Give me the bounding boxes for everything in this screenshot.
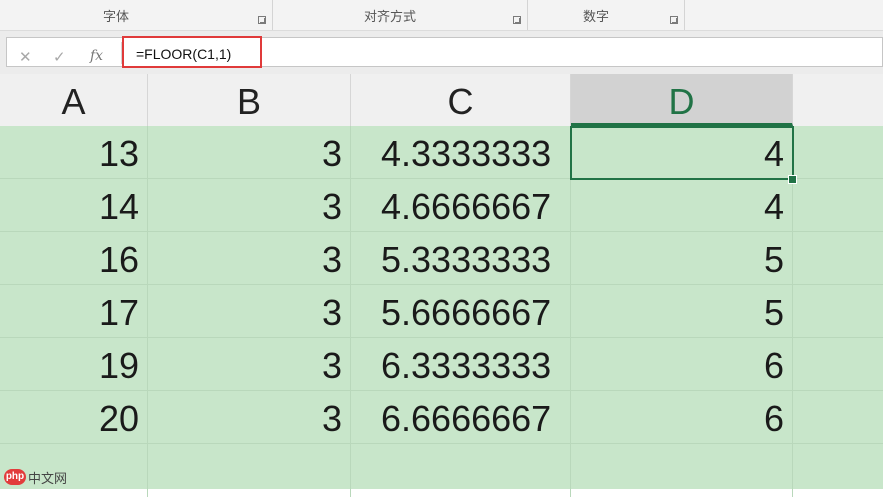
- cell-c4[interactable]: 5.6666667: [351, 285, 571, 338]
- cell-c6[interactable]: 6.6666667: [351, 391, 571, 444]
- cell-b7[interactable]: [148, 444, 351, 497]
- cancel-icon[interactable]: ✕: [19, 48, 32, 66]
- formula-bar-row: ✕ ✓ fx =FLOOR(C1,1): [0, 31, 883, 74]
- cell-c2[interactable]: 4.6666667: [351, 179, 571, 232]
- ribbon-group-font: 字体: [0, 0, 273, 30]
- table-row: 16 3 5.3333333 5: [0, 232, 883, 285]
- dialog-launcher-icon[interactable]: [258, 16, 266, 24]
- cell-b3[interactable]: 3: [148, 232, 351, 285]
- cell-b6[interactable]: 3: [148, 391, 351, 444]
- cell-b4[interactable]: 3: [148, 285, 351, 338]
- insert-function-icon[interactable]: fx: [90, 48, 103, 64]
- table-row: 17 3 5.6666667 5: [0, 285, 883, 338]
- dialog-launcher-icon[interactable]: [513, 16, 521, 24]
- cell-d6[interactable]: 6: [571, 391, 793, 444]
- enter-icon[interactable]: ✓: [53, 48, 66, 66]
- column-header-c[interactable]: C: [351, 74, 571, 126]
- cell-d5[interactable]: 6: [571, 338, 793, 391]
- column-header-b[interactable]: B: [148, 74, 351, 126]
- watermark-badge: php: [4, 469, 26, 485]
- cell-a1[interactable]: 13: [0, 126, 148, 179]
- cell-d4[interactable]: 5: [571, 285, 793, 338]
- cell-b2[interactable]: 3: [148, 179, 351, 232]
- formula-bar: ✕ ✓ fx =FLOOR(C1,1): [6, 36, 883, 68]
- ribbon-group-strip: 字体 对齐方式 数字: [0, 0, 883, 31]
- table-row: 13 3 4.3333333 4: [0, 126, 883, 179]
- ribbon-group-alignment-label: 对齐方式: [363, 10, 416, 25]
- cell-c1[interactable]: 4.3333333: [351, 126, 571, 179]
- ribbon-group-alignment: 对齐方式: [273, 0, 528, 30]
- cell-c3[interactable]: 5.3333333: [351, 232, 571, 285]
- cell-a2[interactable]: 14: [0, 179, 148, 232]
- table-row: 14 3 4.6666667 4: [0, 179, 883, 232]
- column-header-row: A B C D: [0, 74, 883, 127]
- cell-d3[interactable]: 5: [571, 232, 793, 285]
- cell-d7[interactable]: [571, 444, 793, 497]
- cell-c7[interactable]: [351, 444, 571, 497]
- table-row: 19 3 6.3333333 6: [0, 338, 883, 391]
- cell-b1[interactable]: 3: [148, 126, 351, 179]
- watermark-logo: php 中文网: [4, 468, 68, 487]
- cell-d1[interactable]: 4: [571, 126, 793, 179]
- ribbon-group-number-label: 数字: [582, 10, 609, 25]
- fill-handle[interactable]: [788, 175, 797, 184]
- cell-c5[interactable]: 6.3333333: [351, 338, 571, 391]
- ribbon-group-number: 数字: [528, 0, 685, 30]
- formula-input[interactable]: =FLOOR(C1,1): [122, 36, 262, 68]
- table-row: 20 3 6.6666667 6: [0, 391, 883, 444]
- cell-a3[interactable]: 16: [0, 232, 148, 285]
- cell-b5[interactable]: 3: [148, 338, 351, 391]
- column-header-d[interactable]: D: [571, 74, 793, 126]
- watermark-text: 中文网: [28, 471, 68, 487]
- cell-a5[interactable]: 19: [0, 338, 148, 391]
- worksheet-grid: 13 3 4.3333333 4 14 3 4.6666667 4 16 3 5…: [0, 126, 883, 497]
- dialog-launcher-icon[interactable]: [670, 16, 678, 24]
- ribbon-group-font-label: 字体: [102, 10, 129, 25]
- cell-a6[interactable]: 20: [0, 391, 148, 444]
- column-header-a[interactable]: A: [0, 74, 148, 126]
- table-row: [0, 444, 883, 497]
- cell-d2[interactable]: 4: [571, 179, 793, 232]
- cell-a4[interactable]: 17: [0, 285, 148, 338]
